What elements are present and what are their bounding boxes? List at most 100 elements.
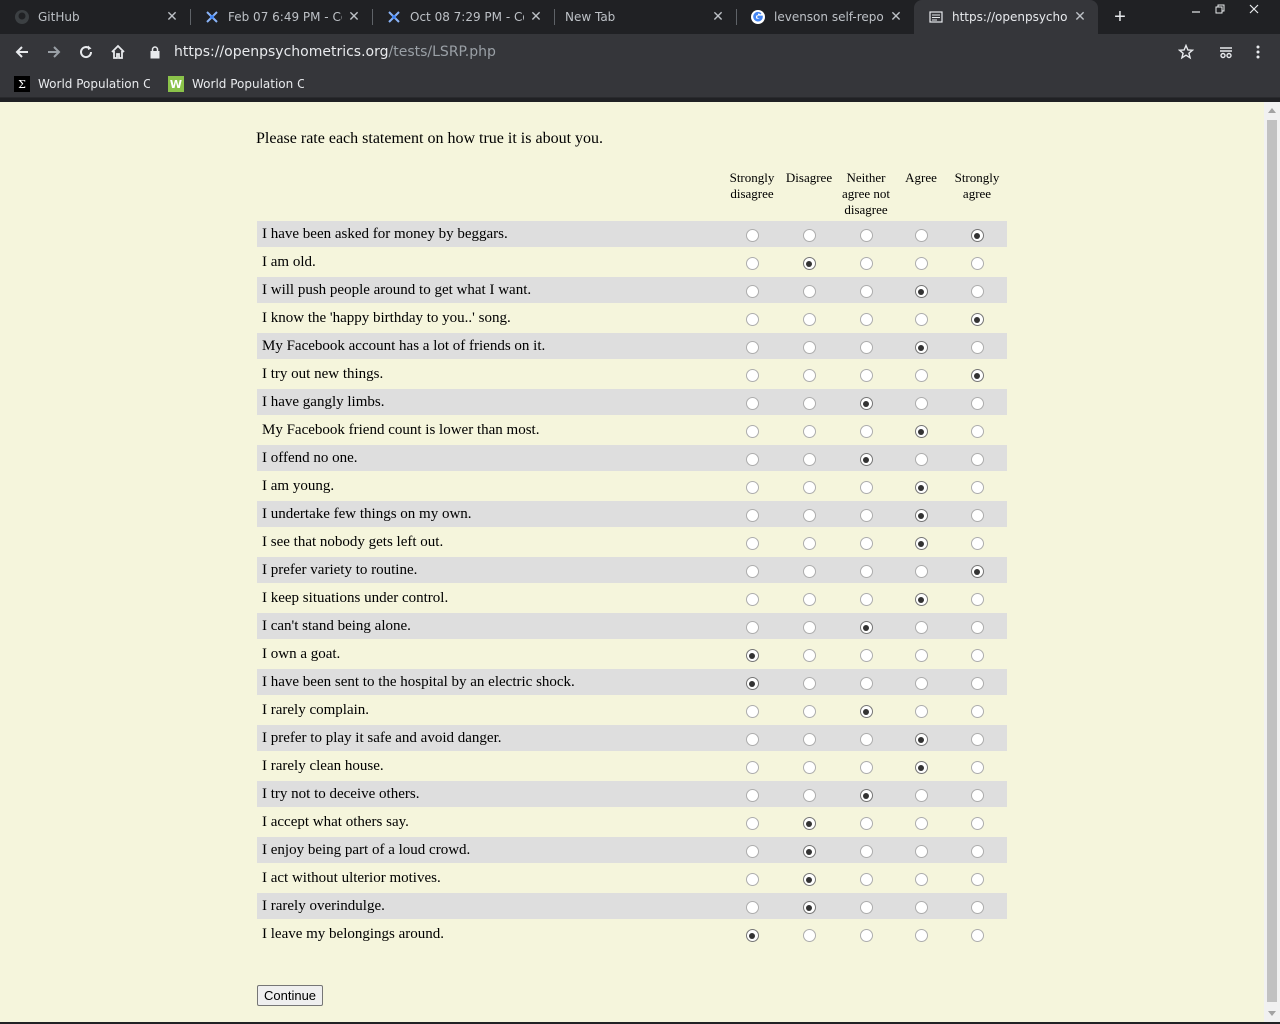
rating-radio[interactable]: [859, 257, 873, 270]
rating-radio[interactable]: [802, 481, 816, 494]
rating-radio[interactable]: [859, 705, 873, 718]
rating-radio[interactable]: [914, 229, 928, 242]
rating-radio[interactable]: [859, 593, 873, 606]
rating-radio[interactable]: [914, 509, 928, 522]
rating-radio[interactable]: [914, 621, 928, 634]
rating-radio[interactable]: [859, 649, 873, 662]
back-arrow-icon[interactable]: [8, 38, 36, 66]
home-icon[interactable]: [104, 38, 132, 66]
rating-radio[interactable]: [914, 649, 928, 662]
rating-radio[interactable]: [802, 789, 816, 802]
rating-radio[interactable]: [970, 229, 984, 242]
rating-radio[interactable]: [914, 593, 928, 606]
bookmark-world-population-2[interactable]: W World Population Clo: [168, 75, 304, 93]
rating-radio[interactable]: [802, 649, 816, 662]
rating-radio[interactable]: [859, 677, 873, 690]
rating-radio[interactable]: [914, 733, 928, 746]
rating-radio[interactable]: [745, 341, 759, 354]
rating-radio[interactable]: [802, 593, 816, 606]
rating-radio[interactable]: [802, 817, 816, 830]
rating-radio[interactable]: [745, 649, 759, 662]
bookmark-world-population-1[interactable]: Σ World Population Clo: [14, 75, 150, 93]
rating-radio[interactable]: [970, 369, 984, 382]
rating-radio[interactable]: [745, 537, 759, 550]
rating-radio[interactable]: [859, 537, 873, 550]
rating-radio[interactable]: [914, 845, 928, 858]
rating-radio[interactable]: [914, 677, 928, 690]
rating-radio[interactable]: [914, 817, 928, 830]
rating-radio[interactable]: [859, 369, 873, 382]
tab-new-tab[interactable]: New Tab ✕: [554, 0, 736, 34]
rating-radio[interactable]: [745, 901, 759, 914]
rating-radio[interactable]: [914, 285, 928, 298]
rating-radio[interactable]: [859, 817, 873, 830]
rating-radio[interactable]: [970, 425, 984, 438]
rating-radio[interactable]: [802, 873, 816, 886]
rating-radio[interactable]: [802, 341, 816, 354]
rating-radio[interactable]: [745, 845, 759, 858]
rating-radio[interactable]: [745, 677, 759, 690]
bookmark-star-icon[interactable]: [1172, 38, 1200, 66]
rating-radio[interactable]: [859, 873, 873, 886]
rating-radio[interactable]: [914, 369, 928, 382]
rating-radio[interactable]: [859, 481, 873, 494]
rating-radio[interactable]: [970, 873, 984, 886]
rating-radio[interactable]: [970, 341, 984, 354]
rating-radio[interactable]: [859, 509, 873, 522]
rating-radio[interactable]: [970, 621, 984, 634]
rating-radio[interactable]: [745, 621, 759, 634]
rating-radio[interactable]: [745, 817, 759, 830]
restore-icon[interactable]: [1207, 0, 1233, 18]
tab-google-search[interactable]: levenson self-report p ✕: [736, 0, 914, 34]
rating-radio[interactable]: [745, 929, 759, 942]
address-bar[interactable]: https://openpsychometrics.org/tests/LSRP…: [142, 37, 1242, 67]
rating-radio[interactable]: [745, 873, 759, 886]
new-tab-plus-icon[interactable]: +: [1108, 5, 1132, 29]
rating-radio[interactable]: [914, 313, 928, 326]
minimize-icon[interactable]: [1183, 0, 1209, 18]
rating-radio[interactable]: [745, 369, 759, 382]
rating-radio[interactable]: [745, 593, 759, 606]
rating-radio[interactable]: [970, 901, 984, 914]
rating-radio[interactable]: [745, 229, 759, 242]
rating-radio[interactable]: [970, 565, 984, 578]
rating-radio[interactable]: [914, 453, 928, 466]
rating-radio[interactable]: [802, 733, 816, 746]
rating-radio[interactable]: [745, 425, 759, 438]
rating-radio[interactable]: [802, 425, 816, 438]
rating-radio[interactable]: [970, 789, 984, 802]
window-close-icon[interactable]: [1241, 0, 1267, 18]
rating-radio[interactable]: [745, 761, 759, 774]
rating-radio[interactable]: [914, 397, 928, 410]
forward-arrow-icon[interactable]: [40, 38, 68, 66]
rating-radio[interactable]: [970, 285, 984, 298]
rating-radio[interactable]: [970, 593, 984, 606]
rating-radio[interactable]: [745, 285, 759, 298]
extension-icon[interactable]: [1212, 38, 1240, 66]
rating-radio[interactable]: [859, 761, 873, 774]
tab-github[interactable]: GitHub ✕: [0, 0, 190, 34]
rating-radio[interactable]: [802, 509, 816, 522]
rating-radio[interactable]: [914, 565, 928, 578]
rating-radio[interactable]: [970, 509, 984, 522]
rating-radio[interactable]: [745, 257, 759, 270]
rating-radio[interactable]: [745, 565, 759, 578]
menu-kebab-icon[interactable]: [1244, 38, 1272, 66]
rating-radio[interactable]: [859, 621, 873, 634]
reload-icon[interactable]: [72, 38, 100, 66]
rating-radio[interactable]: [914, 425, 928, 438]
rating-radio[interactable]: [970, 761, 984, 774]
tab-openpsychometrics[interactable]: https://openpsychome ✕: [914, 0, 1098, 34]
rating-radio[interactable]: [970, 397, 984, 410]
close-icon[interactable]: ✕: [346, 9, 362, 25]
rating-radio[interactable]: [970, 817, 984, 830]
rating-radio[interactable]: [802, 369, 816, 382]
rating-radio[interactable]: [802, 537, 816, 550]
rating-radio[interactable]: [859, 285, 873, 298]
rating-radio[interactable]: [802, 929, 816, 942]
rating-radio[interactable]: [914, 873, 928, 886]
rating-radio[interactable]: [745, 705, 759, 718]
rating-radio[interactable]: [914, 537, 928, 550]
rating-radio[interactable]: [970, 313, 984, 326]
scroll-down-arrow-icon[interactable]: [1264, 1006, 1280, 1022]
